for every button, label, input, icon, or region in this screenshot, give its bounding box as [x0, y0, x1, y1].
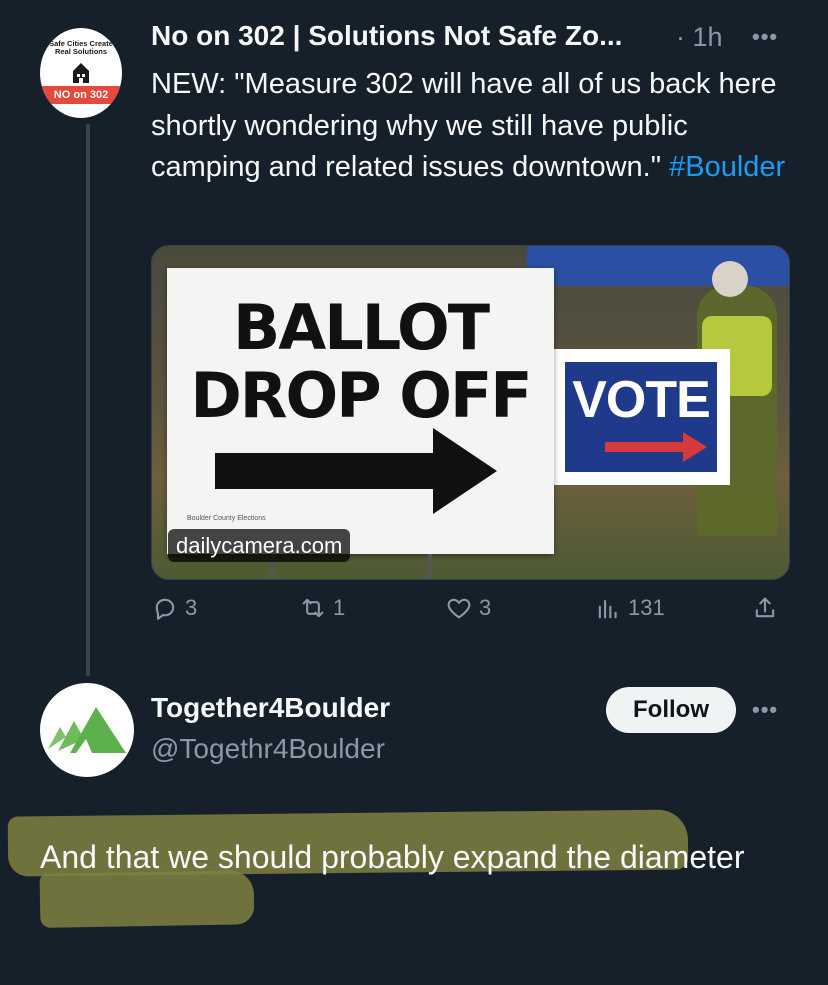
like-icon — [447, 598, 471, 619]
avatar-line-2: Real Solutions — [54, 47, 108, 56]
thread-connector-line — [86, 124, 90, 676]
share-button[interactable] — [751, 594, 779, 622]
repost-icon — [302, 598, 324, 618]
arrow-head — [433, 428, 497, 514]
ballot-sign-caption: Boulder County Elections — [187, 515, 266, 522]
card-domain-label: dailycamera.com — [168, 529, 351, 562]
repost-button[interactable]: 1 — [299, 594, 345, 622]
avatar-band: NO on 302 — [40, 86, 122, 104]
views-count: 131 — [628, 595, 665, 620]
display-name[interactable]: Together4Boulder — [151, 692, 390, 724]
repost-count: 1 — [333, 595, 346, 620]
ballot-sign: BALLOT DROP OFF Boulder County Elections — [167, 268, 554, 554]
follow-button[interactable]: Follow — [606, 687, 736, 733]
reply-button[interactable]: 3 — [151, 594, 197, 622]
avatar[interactable] — [40, 683, 134, 777]
ballot-sign-line-2: DROP OFF — [190, 359, 532, 432]
mountain-logo-icon — [48, 707, 126, 753]
share-icon — [755, 597, 775, 618]
display-name[interactable]: No on 302 | Solutions Not Safe Zo... — [151, 20, 622, 52]
like-button[interactable]: 3 — [445, 594, 491, 622]
views-icon — [598, 599, 617, 619]
ballot-sign-line-1: BALLOT — [232, 291, 490, 364]
ballot-sign-text: BALLOT DROP OFF — [167, 294, 554, 430]
more-horizontal-icon[interactable]: ••• — [752, 24, 778, 50]
tweet-text: And that we should probably expand the d… — [40, 839, 745, 875]
tweet-actions: 3 1 3 131 — [151, 594, 791, 634]
link-card-image[interactable]: VOTE BALLOT DROP OFF Boulder County Elec… — [151, 245, 790, 580]
vote-arrow-head — [683, 432, 707, 462]
user-handle[interactable]: @Togethr4Boulder — [151, 733, 385, 765]
tweet-text: NEW: "Measure 302 will have all of us ba… — [151, 64, 791, 189]
house-icon — [73, 63, 89, 83]
more-horizontal-icon[interactable]: ••• — [752, 697, 778, 723]
vote-arrow-icon — [605, 442, 685, 452]
reply-count: 3 — [185, 595, 198, 620]
tent-canopy — [527, 246, 789, 286]
avatar-text: Safe Cities Create Real Solutions — [40, 40, 122, 56]
sign-post — [428, 554, 432, 579]
avatar[interactable]: Safe Cities Create Real Solutions NO on … — [40, 28, 122, 118]
vote-sign-text: VOTE — [572, 371, 711, 429]
hashtag-link[interactable]: #Boulder — [669, 151, 785, 183]
person-head — [712, 261, 748, 297]
arrow-right-icon — [215, 453, 435, 489]
like-count: 3 — [479, 595, 492, 620]
timestamp[interactable]: · 1h — [676, 22, 723, 53]
views-button[interactable]: 131 — [594, 594, 665, 622]
vote-sign-panel: VOTE — [562, 359, 720, 475]
vote-sign: VOTE — [552, 349, 730, 485]
reply-icon — [155, 598, 175, 620]
